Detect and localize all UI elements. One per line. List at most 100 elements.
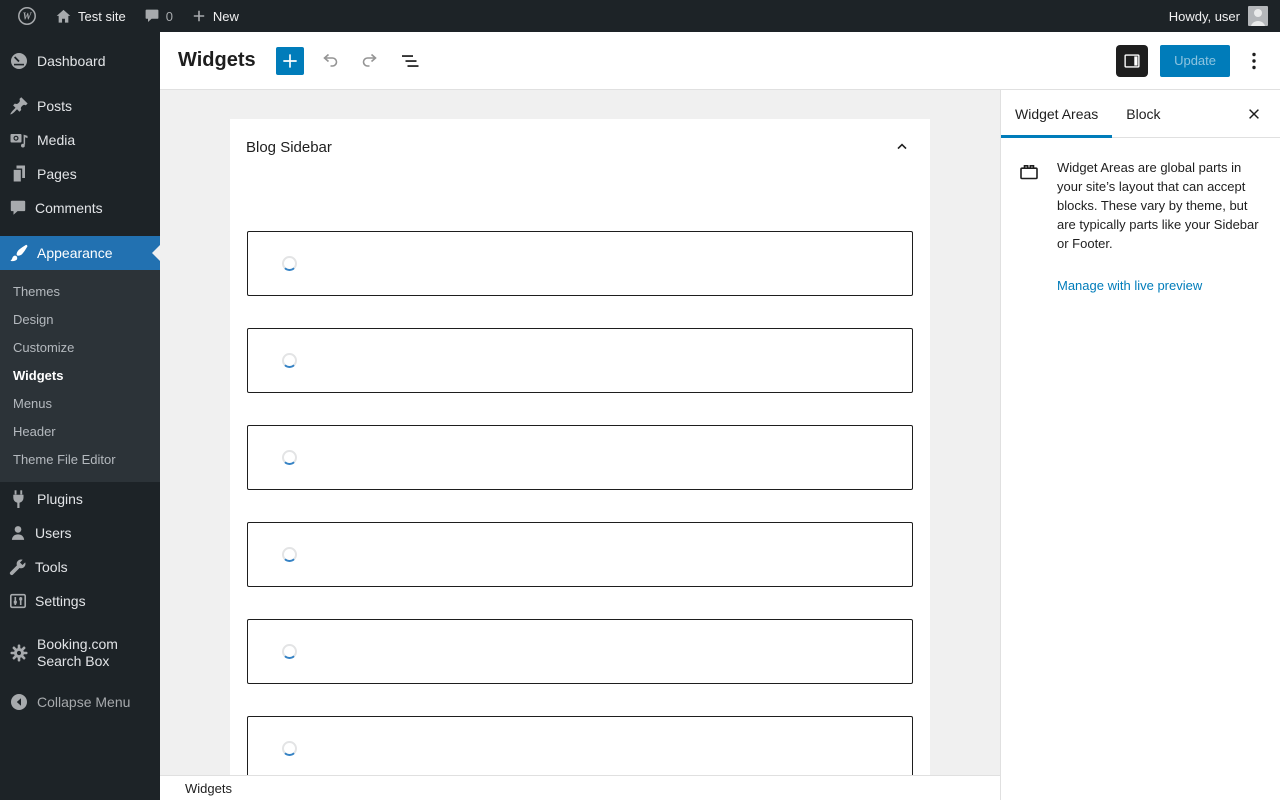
sidebar-item-posts[interactable]: Posts [0,89,160,123]
submenu-label: Customize [13,339,75,355]
current-menu-arrow [152,245,160,261]
breadcrumb: Widgets [185,780,232,796]
admin-bar-comments[interactable]: 0 [135,0,182,32]
menu-separator [0,225,160,236]
sidebar-item-plugins[interactable]: Plugins [0,482,160,516]
loading-spinner [282,450,297,465]
submenu-item-themes[interactable]: Themes [0,277,160,305]
list-view-button[interactable] [396,47,424,75]
submenu-label: Menus [13,395,53,411]
sidebar-item-media[interactable]: Media [0,123,160,157]
user-avatar [1248,6,1268,26]
gear-icon [10,644,28,662]
media-icon [10,134,28,148]
submenu-label: Themes [13,283,60,299]
site-name: Test site [78,8,126,24]
submenu-item-widgets[interactable]: Widgets [0,361,160,389]
loading-spinner [282,547,297,562]
comments-bubble-icon [145,9,159,22]
wordpress-logo-menu[interactable]: W [8,0,46,32]
sidebar-item-settings[interactable]: Settings [0,584,160,618]
sidebar-panel-icon [1124,53,1140,68]
sidebar-item-label: Tools [35,558,68,575]
update-button[interactable]: Update [1160,44,1230,77]
loading-block [247,522,913,587]
sidebar-item-label: Dashboard [37,52,106,69]
loading-block [247,231,913,296]
tab-block[interactable]: Block [1112,90,1174,137]
widget-area-title: Blog Sidebar [246,138,332,156]
submenu-item-design[interactable]: Design [0,305,160,333]
block-inserter-button[interactable] [275,46,304,75]
svg-text:W: W [23,12,33,23]
sidebar-item-booking-search-box[interactable]: Booking.com Search Box [0,629,160,677]
widget-areas-description: Widget Areas are global parts in your si… [1057,160,1259,251]
loading-block [247,328,913,393]
collapse-widget-area-button[interactable] [890,135,914,159]
submenu-item-customize[interactable]: Customize [0,333,160,361]
widget-box-icon [1020,165,1038,180]
menu-separator [0,78,160,89]
redo-icon [362,53,377,67]
paintbrush-icon [10,244,28,262]
plus-icon [282,53,297,68]
submenu-label: Theme File Editor [13,451,116,467]
tab-widget-areas[interactable]: Widget Areas [1001,90,1113,138]
admin-bar-account[interactable]: Howdy, user [1169,6,1272,26]
loading-block [247,619,913,684]
sidebar-item-tools[interactable]: Tools [0,550,160,584]
appearance-submenu: Themes Design Customize Widgets Menus He… [0,270,160,482]
wrench-icon [9,559,26,576]
loading-spinner [282,256,297,271]
sidebar-item-dashboard[interactable]: Dashboard [0,44,160,78]
admin-bar-new-menu[interactable]: New [182,0,248,32]
wordpress-logo-icon: W [18,7,36,25]
menu-separator [0,618,160,629]
settings-sidebar: Widget Areas Block Widget Areas are glob… [1000,90,1280,800]
undo-icon [322,53,337,67]
admin-menu: Dashboard Posts Media Pages Comments App… [0,32,160,800]
loading-spinner [282,644,297,659]
sidebar-item-label: Posts [37,97,73,114]
plus-icon [193,10,205,22]
admin-bar-site-link[interactable]: Test site [46,0,135,32]
comments-count: 0 [165,8,173,24]
dashboard-icon [11,53,27,69]
submenu-label: Design [13,311,54,327]
submenu-label: Widgets [13,367,64,383]
breadcrumb-bar: Widgets [160,775,1000,800]
sidebar-item-label: Appearance [37,244,113,261]
widget-area-header[interactable]: Blog Sidebar [230,119,930,175]
sidebar-item-users[interactable]: Users [0,516,160,550]
loading-block [247,716,913,775]
manage-live-preview-link[interactable]: Manage with live preview [1057,278,1202,293]
submenu-item-menus[interactable]: Menus [0,389,160,417]
sidebar-item-label: Settings [35,592,86,609]
pages-icon [12,165,25,183]
collapse-menu-button[interactable]: Collapse Menu [0,685,160,719]
settings-sidebar-toggle-button[interactable] [1116,44,1149,77]
sidebar-item-label: Users [35,524,72,541]
home-icon [56,9,71,23]
comment-icon [10,200,26,215]
submenu-item-header[interactable]: Header [0,417,160,445]
sidebar-item-label: Comments [35,199,103,216]
loading-spinner [282,353,297,368]
blocks-list [230,175,930,775]
page-title: Widgets [178,49,256,71]
sidebar-item-comments[interactable]: Comments [0,191,160,225]
close-settings-button[interactable] [1238,98,1270,130]
chevron-up-icon [897,143,907,150]
inspector-tabs: Widget Areas Block [1001,90,1280,138]
sidebar-item-appearance[interactable]: Appearance [0,236,160,270]
howdy-greeting: Howdy, user [1168,8,1240,24]
list-view-icon [401,54,419,67]
redo-button[interactable] [356,47,384,75]
undo-button[interactable] [316,47,344,75]
submenu-label: Header [13,423,56,439]
sidebar-item-pages[interactable]: Pages [0,157,160,191]
kebab-menu-icon [1252,52,1256,69]
close-icon [1249,108,1259,119]
submenu-item-theme-file-editor[interactable]: Theme File Editor [0,445,160,473]
options-menu-button[interactable] [1242,45,1266,77]
